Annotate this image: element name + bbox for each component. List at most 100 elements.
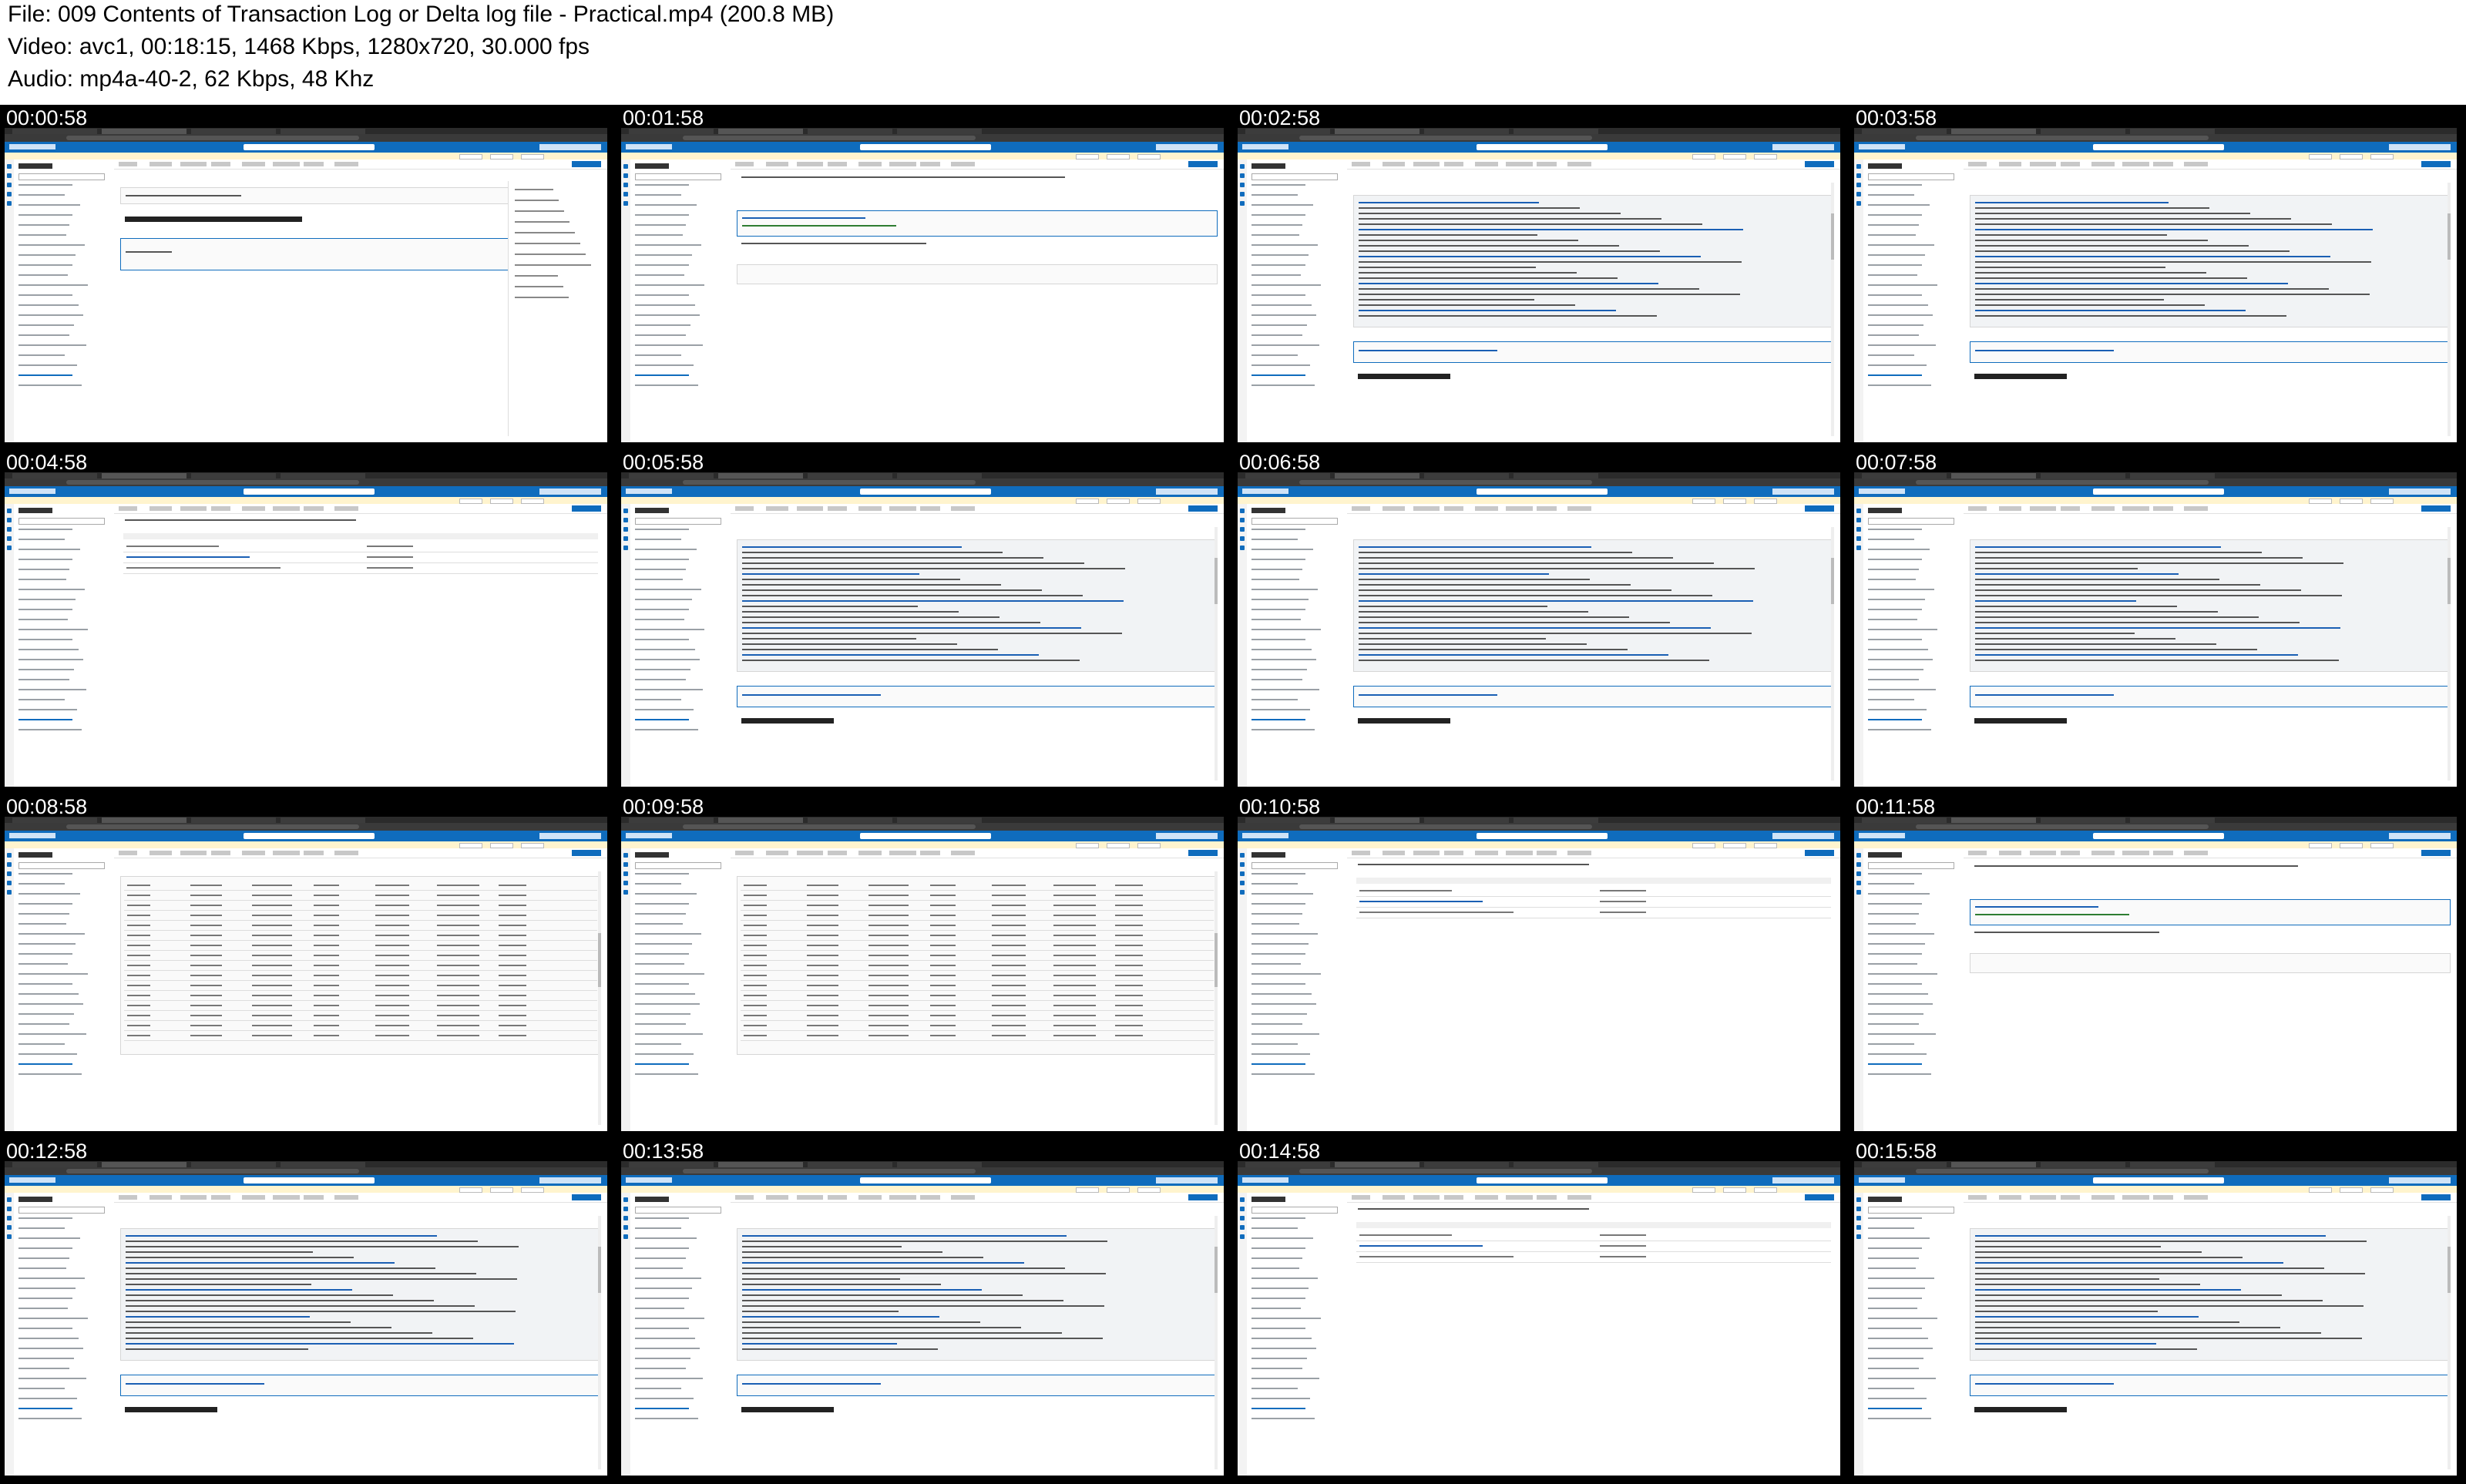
- file-row-name[interactable]: [1359, 1256, 1514, 1257]
- toolbar-button[interactable]: [1352, 506, 1370, 511]
- toolbar-button[interactable]: [2030, 1195, 2056, 1200]
- explorer-row[interactable]: [1251, 719, 1305, 720]
- video-thumbnail[interactable]: 00:11:58: [1850, 794, 2461, 1137]
- banner-button[interactable]: [2340, 499, 2363, 504]
- code-cell[interactable]: [1970, 899, 2451, 925]
- explorer-row[interactable]: [1868, 234, 1916, 236]
- file-row-name[interactable]: [126, 556, 250, 558]
- explorer-row[interactable]: [1868, 569, 1919, 570]
- address-bar[interactable]: [1238, 478, 1840, 486]
- toolbar-button[interactable]: [273, 162, 300, 166]
- explorer-row[interactable]: [18, 579, 66, 580]
- toolbar-button[interactable]: [920, 1195, 940, 1200]
- banner-button[interactable]: [2309, 843, 2332, 848]
- video-thumbnail[interactable]: 00:07:58: [1850, 449, 2461, 793]
- url-field[interactable]: [1299, 824, 1592, 829]
- explorer-row[interactable]: [1868, 374, 1922, 376]
- banner-button[interactable]: [521, 499, 544, 504]
- explorer-row[interactable]: [635, 1063, 689, 1065]
- explorer-row[interactable]: [1868, 1247, 1922, 1249]
- toolbar-button[interactable]: [735, 1195, 754, 1200]
- explorer-row[interactable]: [18, 729, 82, 730]
- publish-button[interactable]: [572, 505, 601, 512]
- explorer-row[interactable]: [18, 529, 72, 530]
- explorer-row[interactable]: [635, 1053, 694, 1055]
- video-thumbnail[interactable]: 00:14:58: [1233, 1138, 1845, 1482]
- publish-button[interactable]: [2421, 1194, 2451, 1200]
- code-cell[interactable]: [737, 264, 1218, 284]
- browser-tab[interactable]: [897, 818, 982, 823]
- explorer-row[interactable]: [635, 314, 700, 316]
- nav-icon[interactable]: [7, 518, 12, 522]
- browser-tab[interactable]: [808, 818, 892, 823]
- explorer-row[interactable]: [635, 719, 689, 720]
- explorer-row[interactable]: [18, 539, 65, 540]
- explorer-row[interactable]: [18, 1358, 74, 1359]
- explorer-row[interactable]: [1868, 354, 1914, 356]
- nav-icon[interactable]: [1240, 853, 1245, 858]
- explorer-row[interactable]: [1868, 629, 1937, 630]
- nav-icon[interactable]: [1856, 546, 1861, 550]
- explorer-row[interactable]: [1251, 1237, 1313, 1239]
- video-thumbnail[interactable]: 00:00:58: [0, 105, 612, 448]
- scrollbar-thumb[interactable]: [1215, 933, 1218, 987]
- url-field[interactable]: [683, 480, 976, 485]
- browser-tab[interactable]: [1951, 818, 2036, 823]
- explorer-row[interactable]: [635, 709, 694, 710]
- filter-input[interactable]: [1251, 862, 1338, 869]
- toolbar-button[interactable]: [889, 1195, 916, 1200]
- explorer-row[interactable]: [1868, 204, 1930, 206]
- toolbar-button[interactable]: [150, 506, 172, 511]
- toolbar-button[interactable]: [334, 1195, 358, 1200]
- explorer-row[interactable]: [1868, 719, 1922, 720]
- user-account[interactable]: [1156, 489, 1218, 495]
- explorer-row[interactable]: [18, 719, 72, 720]
- scrollbar[interactable]: [1215, 871, 1218, 1125]
- explorer-row[interactable]: [1868, 384, 1931, 386]
- nav-icon[interactable]: [623, 1216, 628, 1220]
- explorer-row[interactable]: [635, 194, 681, 196]
- browser-tab[interactable]: [2130, 1162, 2215, 1167]
- portal-search-input[interactable]: [2093, 833, 2224, 839]
- explorer-row[interactable]: [1251, 903, 1305, 905]
- explorer-row[interactable]: [1868, 649, 1928, 650]
- banner-button[interactable]: [1107, 843, 1130, 848]
- explorer-row[interactable]: [18, 599, 76, 600]
- explorer-row[interactable]: [18, 254, 76, 256]
- address-bar[interactable]: [1238, 1167, 1840, 1175]
- browser-tab[interactable]: [1514, 129, 1598, 134]
- nav-icon[interactable]: [623, 862, 628, 867]
- code-cell[interactable]: [737, 686, 1218, 707]
- banner-button[interactable]: [2370, 843, 2394, 848]
- explorer-row[interactable]: [18, 274, 68, 276]
- url-field[interactable]: [1916, 136, 2209, 140]
- toolbar-button[interactable]: [2061, 506, 2080, 511]
- toolbar-button[interactable]: [304, 506, 324, 511]
- browser-tab[interactable]: [718, 1162, 803, 1167]
- toolbar-button[interactable]: [2184, 1195, 2208, 1200]
- toolbar-button[interactable]: [2030, 506, 2056, 511]
- explorer-row[interactable]: [1868, 1358, 1923, 1359]
- browser-tab[interactable]: [629, 1162, 714, 1167]
- nav-icon[interactable]: [623, 527, 628, 532]
- explorer-row[interactable]: [1251, 1003, 1316, 1005]
- toolbar-button[interactable]: [797, 851, 823, 855]
- explorer-row[interactable]: [635, 184, 689, 186]
- nav-icon[interactable]: [7, 192, 12, 196]
- browser-tab[interactable]: [1335, 473, 1419, 478]
- explorer-row[interactable]: [1251, 1378, 1319, 1379]
- explorer-row[interactable]: [1251, 873, 1305, 875]
- toolbar-button[interactable]: [211, 1195, 230, 1200]
- explorer-row[interactable]: [635, 669, 690, 670]
- explorer-row[interactable]: [18, 873, 72, 875]
- toolbar-button[interactable]: [1475, 1195, 1498, 1200]
- toolbar-button[interactable]: [1413, 506, 1440, 511]
- toolbar-button[interactable]: [951, 162, 975, 166]
- explorer-row[interactable]: [18, 983, 72, 985]
- portal-search-input[interactable]: [244, 833, 375, 839]
- publish-button[interactable]: [1188, 161, 1218, 167]
- explorer-row[interactable]: [1251, 539, 1298, 540]
- browser-tab[interactable]: [191, 818, 276, 823]
- explorer-row[interactable]: [1868, 194, 1914, 196]
- toolbar-button[interactable]: [1383, 506, 1405, 511]
